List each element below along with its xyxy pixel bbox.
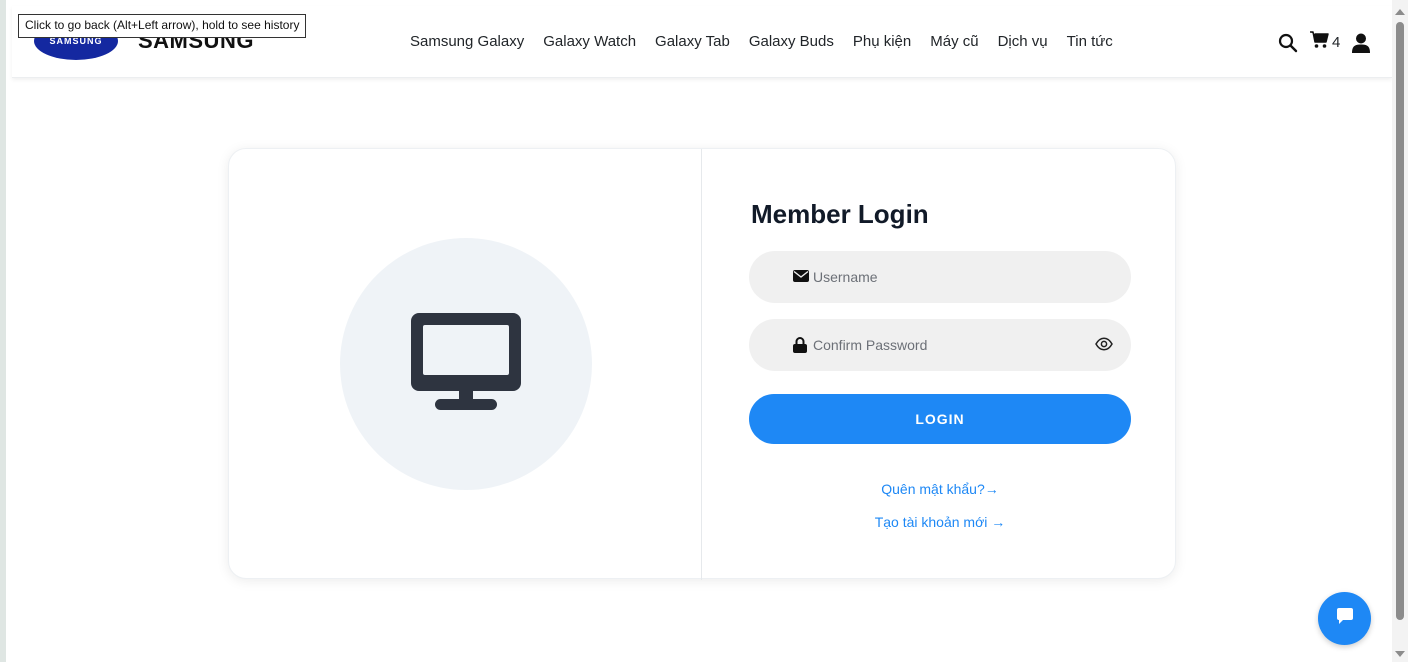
nav-icon-group: 4: [1278, 31, 1371, 54]
search-icon[interactable]: [1278, 33, 1298, 53]
password-input[interactable]: [813, 319, 1103, 371]
nav-link-phu-kien[interactable]: Phụ kiện: [853, 33, 911, 50]
chat-bubble-icon: [1336, 607, 1354, 630]
nav-link-tin-tuc[interactable]: Tin tức: [1067, 33, 1113, 50]
lock-icon: [793, 337, 807, 353]
login-button[interactable]: LOGIN: [749, 394, 1131, 444]
nav-link-dich-vu[interactable]: Dịch vụ: [998, 33, 1048, 50]
nav-link-may-cu[interactable]: Máy cũ: [930, 33, 978, 50]
nav-link-galaxy-buds[interactable]: Galaxy Buds: [749, 33, 834, 50]
scroll-up-arrow-icon[interactable]: [1395, 9, 1405, 15]
illustration-circle: [340, 238, 592, 490]
user-icon[interactable]: [1352, 33, 1371, 53]
username-field[interactable]: [749, 251, 1131, 303]
cart-icon: [1310, 31, 1330, 54]
chat-widget-button[interactable]: [1318, 592, 1371, 645]
create-account-link[interactable]: Tạo tài khoản mới →: [749, 514, 1131, 530]
browser-viewport: SAMSUNG SAMSUNG Samsung Galaxy Galaxy Wa…: [0, 0, 1408, 662]
forgot-password-link[interactable]: Quên mật khẩu?→: [749, 481, 1131, 497]
back-button-tooltip: Click to go back (Alt+Left arrow), hold …: [18, 14, 307, 38]
password-field[interactable]: [749, 319, 1131, 371]
login-form-panel: Member Login LOGIN Quên mật khẩu?→ Tạo t…: [703, 149, 1177, 580]
nav-link-galaxy-tab[interactable]: Galaxy Tab: [655, 33, 730, 50]
login-title: Member Login: [751, 199, 929, 229]
desktop-monitor-icon: [411, 312, 521, 416]
main-nav-links: Samsung Galaxy Galaxy Watch Galaxy Tab G…: [410, 33, 1113, 50]
cart-button[interactable]: 4: [1310, 31, 1340, 54]
scroll-down-arrow-icon[interactable]: [1395, 651, 1405, 657]
cart-count-badge: 4: [1332, 34, 1341, 51]
nav-link-galaxy-watch[interactable]: Galaxy Watch: [543, 33, 636, 50]
envelope-icon: [793, 269, 809, 283]
username-input[interactable]: [813, 251, 1103, 303]
login-illustration-panel: [229, 149, 702, 580]
login-card: Member Login LOGIN Quên mật khẩu?→ Tạo t…: [228, 148, 1177, 580]
vertical-scrollbar[interactable]: [1392, 0, 1408, 662]
scrollbar-thumb[interactable]: [1396, 22, 1404, 620]
eye-icon[interactable]: [1095, 337, 1113, 351]
nav-link-samsung-galaxy[interactable]: Samsung Galaxy: [410, 33, 524, 50]
